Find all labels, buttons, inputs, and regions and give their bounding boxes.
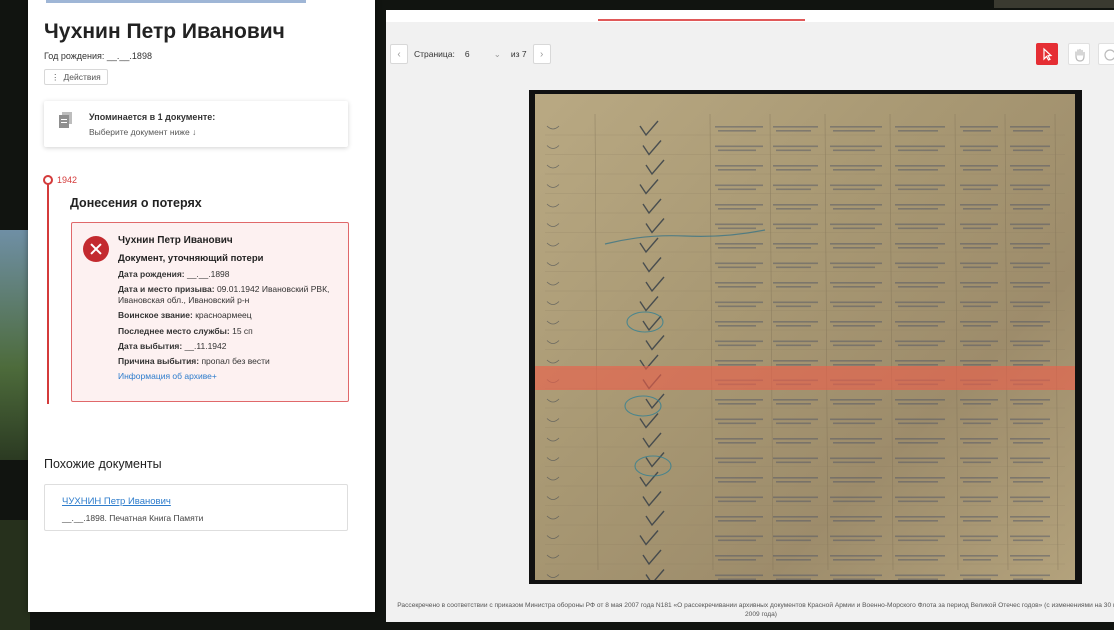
actions-button[interactable]: ⋮ Действия [44, 69, 108, 85]
timeline-year: 1942 [57, 175, 78, 185]
page-select[interactable]: 6 ⌄ [461, 44, 505, 64]
loss-row-label: Воинское звание: [118, 310, 193, 321]
page-select-value: 6 [464, 49, 470, 59]
loss-row-draft: Дата и место призыва: 09.01.1942 Ивановс… [118, 284, 344, 306]
pan-tool-button[interactable] [1068, 43, 1090, 65]
archive-scan-frame[interactable] [529, 90, 1082, 584]
loss-row-value: __.__.1898 [184, 269, 230, 280]
loss-row-birth: Дата рождения: __.__.1898 [118, 269, 344, 280]
background-photo-strip [0, 230, 30, 460]
declassification-note: Рассекречено в соответствии с приказом М… [397, 602, 1114, 618]
birth-value: __.__.1898 [106, 51, 152, 61]
background-photo-strip-bottom [0, 520, 30, 630]
loss-row-reason: Причина выбытия: пропал без вести [118, 356, 344, 367]
loss-row-label: Последнее место службы: [118, 325, 230, 336]
zoom-icon [1104, 49, 1114, 61]
actions-label: Действия [63, 72, 101, 82]
hand-icon [1075, 48, 1085, 62]
page-label: Страница: [414, 49, 455, 59]
loss-row-value: пропал без вести [199, 355, 270, 366]
loss-row-value: 15 сп [229, 325, 253, 336]
document-viewer: ‹ Страница: 6 ⌄ из 7 › Рассекречено в со… [386, 10, 1114, 622]
chevron-left-icon: ‹ [397, 48, 401, 60]
timeline-line [47, 180, 49, 404]
mentions-subtitle: Выберите документ ниже ↓ [89, 127, 197, 137]
similar-doc-card[interactable]: ЧУХНИН Петр Иванович __.__.1898. Печатна… [44, 484, 348, 531]
missing-cross-icon [83, 236, 109, 262]
archive-document-page [535, 94, 1075, 580]
person-info-panel: Чухнин Петр Иванович Год рождения: __.__… [28, 0, 375, 612]
loss-row-leave-date: Дата выбытия: __.11.1942 [118, 341, 344, 352]
breadcrumb-remnant [46, 0, 306, 3]
chevron-right-icon: › [539, 48, 544, 60]
background-top-strip [994, 0, 1114, 8]
person-name: Чухнин Петр Иванович [44, 20, 285, 43]
document-handwriting [545, 113, 1065, 580]
page-total: из 7 [510, 49, 527, 59]
mentions-card: Упоминается в 1 документе: Выберите доку… [44, 101, 348, 147]
loss-row-label: Дата выбытия: [118, 340, 183, 351]
timeline-dot [43, 175, 53, 185]
birth-year: Год рождения: __.__.1898 [44, 51, 152, 61]
losses-section-title: Донесения о потерях [70, 196, 202, 210]
loss-row-unit: Последнее место службы: 15 сп [118, 326, 344, 337]
similar-doc-link[interactable]: ЧУХНИН Петр Иванович [62, 496, 171, 507]
active-tab-indicator [598, 19, 805, 21]
loss-person-name: Чухнин Петр Иванович [118, 235, 233, 246]
prev-page-button[interactable]: ‹ [390, 44, 408, 64]
highlighted-record-row [535, 366, 1075, 390]
screen: Чухнин Петр Иванович Год рождения: __.__… [0, 0, 1114, 630]
loss-report-details: Чухнин Петр Иванович Документ, уточняющи… [118, 234, 344, 382]
loss-report-card[interactable]: Чухнин Петр Иванович Документ, уточняющи… [71, 222, 349, 402]
birth-label: Год рождения: [44, 51, 105, 61]
documents-icon [59, 112, 72, 128]
loss-row-rank: Воинское звание: красноармеец [118, 310, 344, 321]
next-page-button[interactable]: › [532, 44, 551, 64]
similar-docs-title: Похожие документы [44, 457, 162, 471]
loss-row-value: красноармеец [192, 310, 252, 321]
page-navigator: ‹ Страница: 6 ⌄ из 7 › [390, 44, 551, 64]
more-vertical-icon: ⋮ [51, 71, 60, 82]
loss-doc-type: Документ, уточняющий потери [118, 253, 264, 264]
mentions-title: Упоминается в 1 документе: [89, 112, 216, 122]
archive-info-link[interactable]: Информация об архиве+ [118, 371, 344, 382]
loss-row-label: Причина выбытия: [118, 355, 200, 366]
cursor-icon [1043, 47, 1053, 61]
loss-row-value: __.11.1942 [182, 340, 227, 351]
zoom-tool-button[interactable] [1098, 43, 1114, 65]
select-tool-button[interactable] [1036, 43, 1058, 65]
similar-doc-subtitle: __.__.1898. Печатная Книга Памяти [62, 513, 204, 523]
loss-row-label: Дата и место призыва: [118, 284, 215, 295]
chevron-down-icon: ⌄ [493, 48, 501, 59]
loss-row-label: Дата рождения: [118, 269, 185, 280]
